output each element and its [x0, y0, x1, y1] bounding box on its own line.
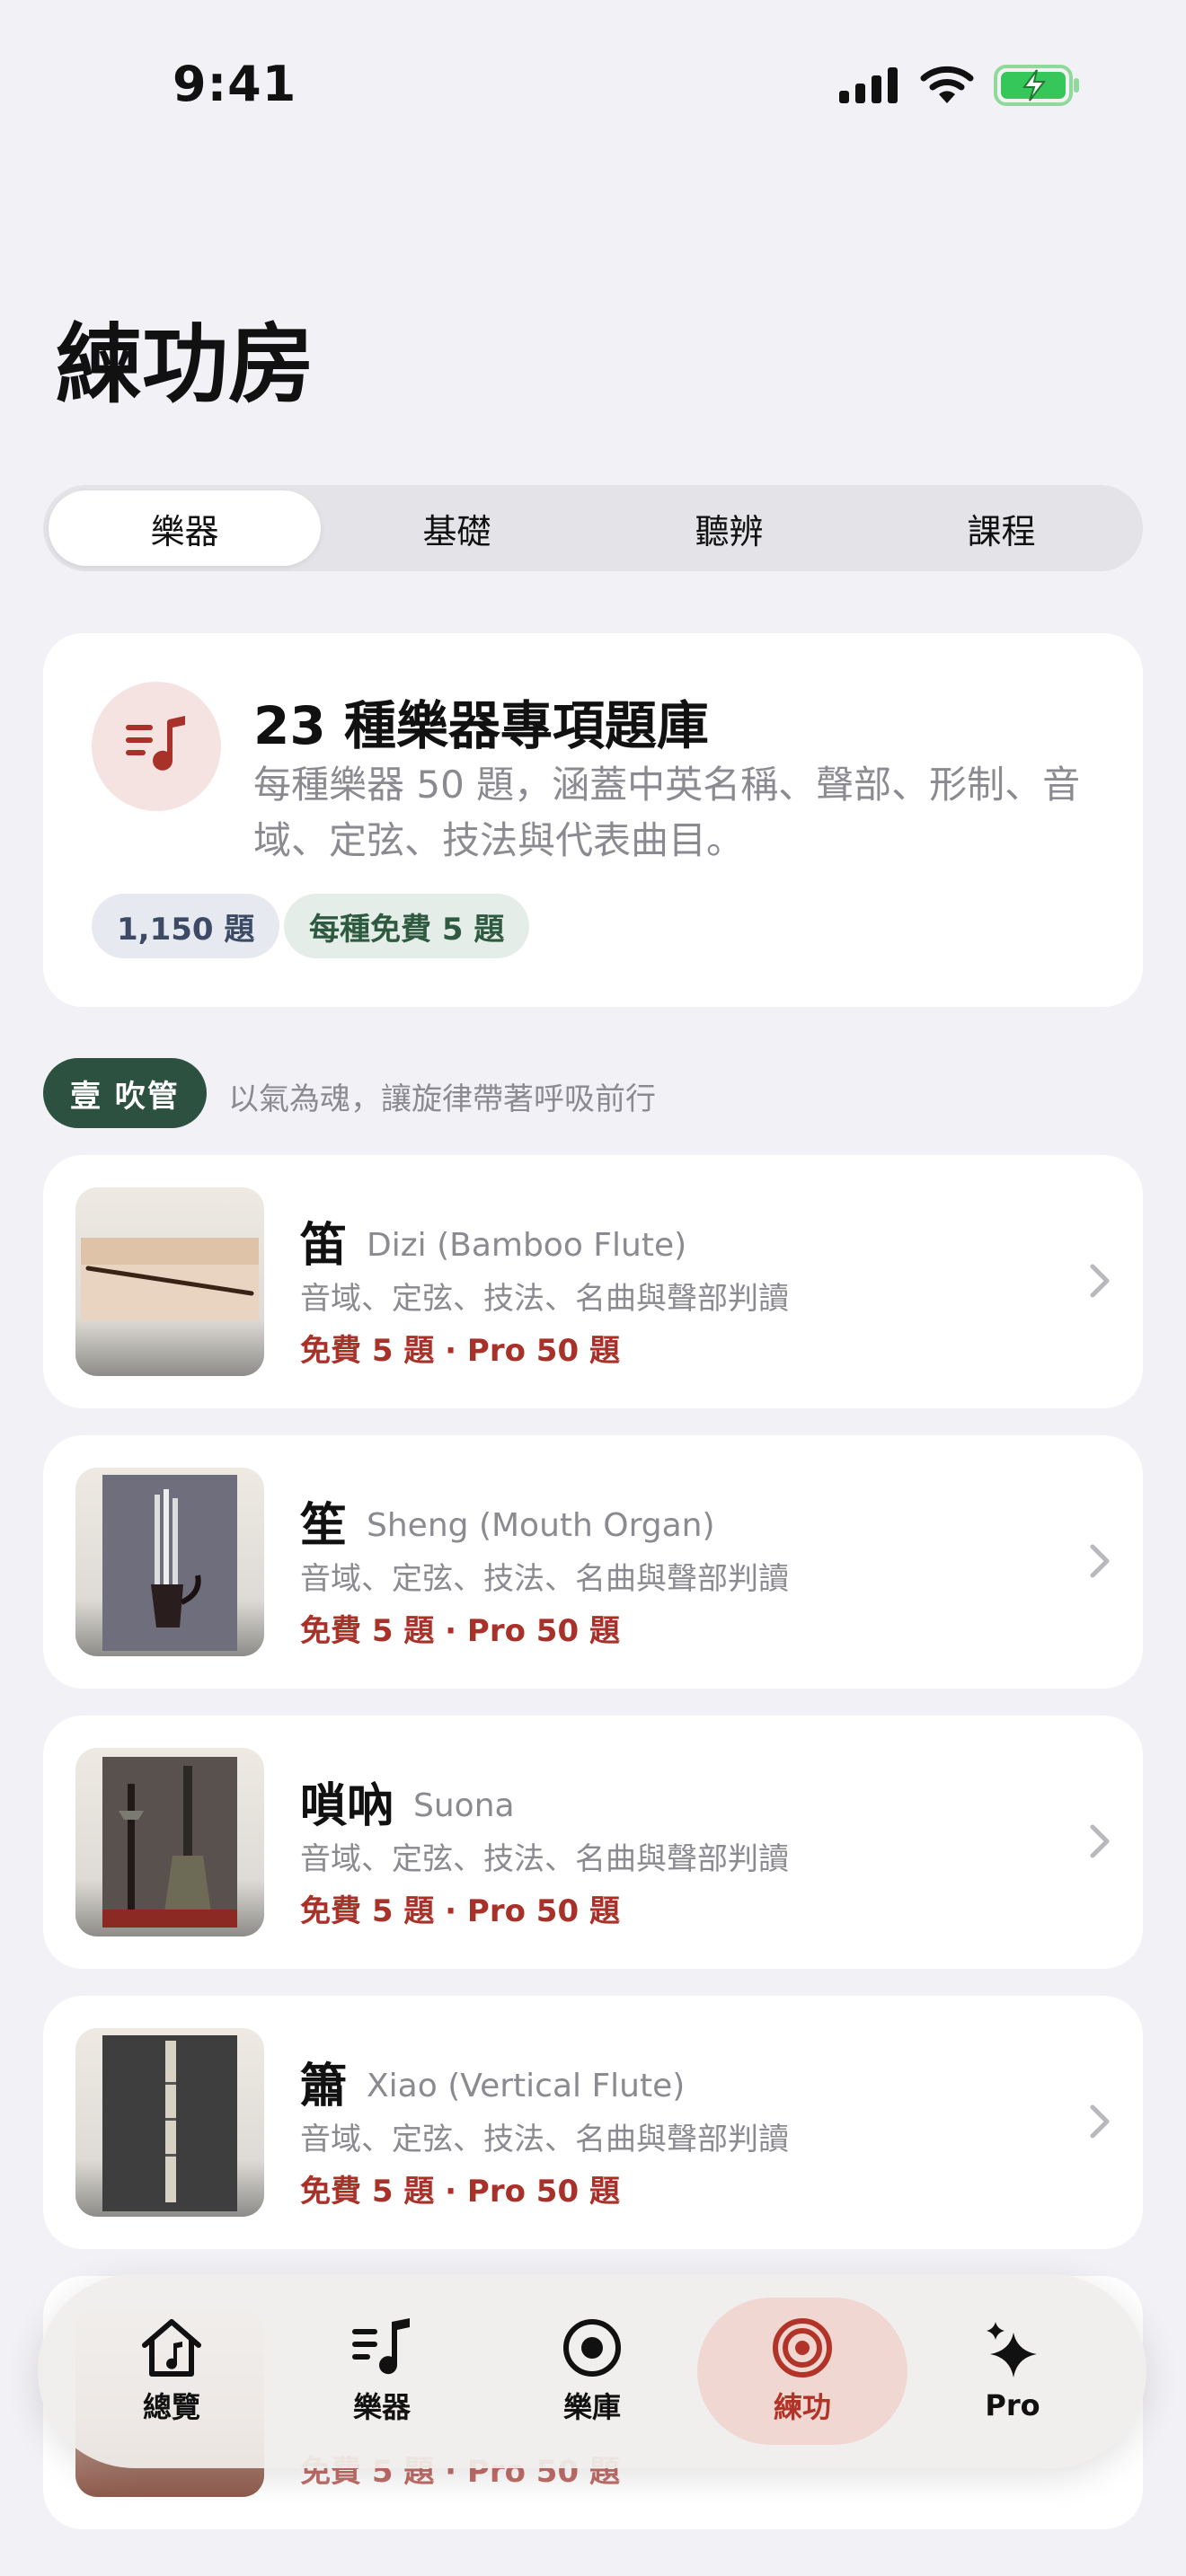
- wifi-icon: [920, 66, 974, 103]
- instrument-card-suona[interactable]: 嗩吶 Suona 音域、定弦、技法、名曲與聲部判讀 免費 5 題 · Pro 50…: [43, 1716, 1143, 1969]
- instrument-english-name: Suona: [413, 1787, 515, 1824]
- tab-library[interactable]: 樂庫: [487, 2298, 697, 2445]
- instrument-price: 免費 5 題 · Pro 50 題: [300, 1893, 620, 1929]
- instrument-name: 嗩吶 Suona: [300, 1779, 515, 1833]
- segment-ear-training[interactable]: 聽辨: [593, 490, 865, 566]
- tab-label: 樂器: [352, 2390, 411, 2424]
- tab-pro[interactable]: Pro: [907, 2298, 1118, 2445]
- instrument-description: 音域、定弦、技法、名曲與聲部判讀: [300, 1281, 789, 1317]
- tab-practice[interactable]: 練功: [697, 2298, 907, 2445]
- instrument-price: 免費 5 題 · Pro 50 題: [300, 1613, 620, 1649]
- chevron-right-icon: [1090, 1544, 1110, 1578]
- chevron-right-icon: [1090, 1264, 1110, 1298]
- suona-image: [75, 1748, 264, 1936]
- cellular-signal-icon: [839, 67, 898, 103]
- category-segmented-control: 樂器 基礎 聽辨 課程: [43, 485, 1143, 571]
- music-list-icon: [352, 2318, 410, 2375]
- chevron-right-icon: [1090, 1824, 1110, 1858]
- tab-overview[interactable]: 總覽: [66, 2298, 277, 2445]
- xiao-image: [75, 2028, 264, 2217]
- segment-instruments[interactable]: 樂器: [49, 490, 321, 566]
- section-badge: 壹 吹管: [43, 1058, 207, 1128]
- chevron-right-icon: [1090, 2104, 1110, 2139]
- segment-basics[interactable]: 基礎: [321, 490, 593, 566]
- music-list-icon: [92, 682, 221, 811]
- instrument-price: 免費 5 題 · Pro 50 題: [300, 2174, 620, 2210]
- status-icons: [839, 65, 1080, 106]
- target-icon: [773, 2318, 832, 2378]
- instrument-description: 音域、定弦、技法、名曲與聲部判讀: [300, 1841, 789, 1877]
- summary-description: 每種樂器 50 題，涵蓋中英名稱、聲部、形制、音域、定弦、技法與代表曲目。: [253, 763, 1081, 862]
- free-questions-badge: 每種免費 5 題: [284, 894, 530, 958]
- instrument-description: 音域、定弦、技法、名曲與聲部判讀: [300, 2122, 789, 2157]
- battery-charging-icon: [994, 65, 1079, 106]
- status-time: 9:41: [173, 56, 297, 112]
- instrument-price: 免費 5 題 · Pro 50 題: [300, 1333, 620, 1369]
- dizi-image: [75, 1187, 264, 1376]
- instrument-description: 音域、定弦、技法、名曲與聲部判讀: [300, 1561, 789, 1597]
- tab-instruments[interactable]: 樂器: [277, 2298, 487, 2445]
- instrument-card-dizi[interactable]: 笛 Dizi (Bamboo Flute) 音域、定弦、技法、名曲與聲部判讀 免費…: [43, 1155, 1143, 1408]
- section-caption: 以氣為魂，讓旋律帶著呼吸前行: [228, 1081, 656, 1117]
- sparkles-icon: [987, 2322, 1037, 2378]
- house-music-icon: [142, 2319, 201, 2377]
- tab-bar: 總覽 樂器 樂庫 練功 Pro: [38, 2274, 1146, 2468]
- page-title: 練功房: [56, 314, 314, 415]
- tab-label: 總覽: [142, 2390, 200, 2424]
- instrument-name: 簫 Xiao (Vertical Flute): [300, 2060, 686, 2113]
- tab-label: 練功: [773, 2390, 831, 2424]
- status-bar: 9:41: [0, 0, 1186, 171]
- instrument-name: 笙 Sheng (Mouth Organ): [300, 1499, 715, 1553]
- instrument-card-xiao[interactable]: 簫 Xiao (Vertical Flute) 音域、定弦、技法、名曲與聲部判讀 …: [43, 1996, 1143, 2249]
- instrument-english-name: Xiao (Vertical Flute): [367, 2068, 686, 2104]
- sheng-image: [75, 1468, 264, 1656]
- question-count-badge: 1,150 題: [92, 894, 280, 958]
- segment-courses[interactable]: 課程: [865, 490, 1137, 566]
- tab-label: Pro: [985, 2388, 1040, 2422]
- tab-label: 樂庫: [562, 2390, 621, 2424]
- record-icon: [563, 2319, 621, 2377]
- instrument-name: 笛 Dizi (Bamboo Flute): [300, 1219, 687, 1273]
- instrument-english-name: Sheng (Mouth Organ): [367, 1507, 715, 1544]
- instrument-english-name: Dizi (Bamboo Flute): [367, 1227, 687, 1264]
- summary-title: 23 種樂器專項題庫: [253, 695, 709, 756]
- instrument-card-sheng[interactable]: 笙 Sheng (Mouth Organ) 音域、定弦、技法、名曲與聲部判讀 免費…: [43, 1435, 1143, 1689]
- question-bank-summary-card: 23 種樂器專項題庫 每種樂器 50 題，涵蓋中英名稱、聲部、形制、音域、定弦、…: [43, 633, 1143, 1007]
